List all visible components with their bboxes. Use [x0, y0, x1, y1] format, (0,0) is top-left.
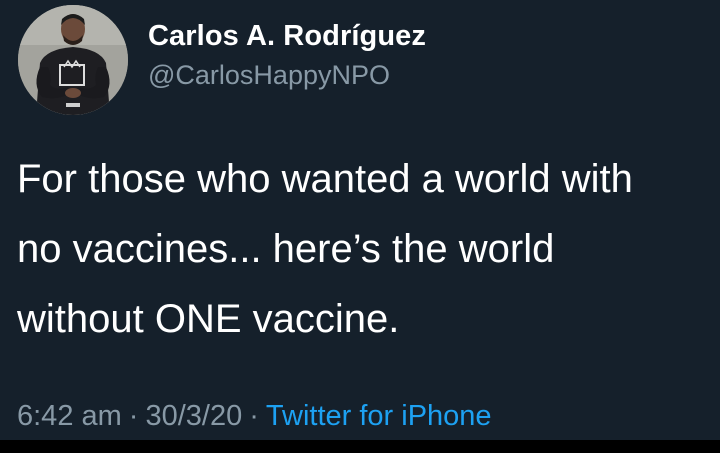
display-name[interactable]: Carlos A. Rodríguez: [148, 20, 426, 53]
tweet-metadata: 6:42 am · 30/3/20 · Twitter for iPhone: [17, 400, 492, 433]
avatar-photo: [18, 5, 128, 115]
avatar[interactable]: [18, 5, 128, 115]
separator: ·: [128, 400, 139, 432]
tweet-card: Carlos A. Rodríguez @CarlosHappyNPO For …: [0, 0, 720, 453]
tweet-text-line: For those who wanted a world with: [17, 157, 633, 201]
tweet-source-link[interactable]: Twitter for iPhone: [266, 400, 492, 432]
user-handle[interactable]: @CarlosHappyNPO: [148, 60, 390, 91]
tweet-date[interactable]: 30/3/20: [145, 400, 242, 432]
separator: ·: [249, 400, 259, 432]
bottom-border: [0, 440, 720, 453]
tweet-time[interactable]: 6:42 am: [17, 400, 122, 432]
tweet-text-line: no vaccines... here’s the world: [17, 227, 555, 271]
tweet-text: For those who wanted a world with no vac…: [17, 144, 720, 354]
tweet-text-line: without ONE vaccine.: [17, 297, 400, 341]
